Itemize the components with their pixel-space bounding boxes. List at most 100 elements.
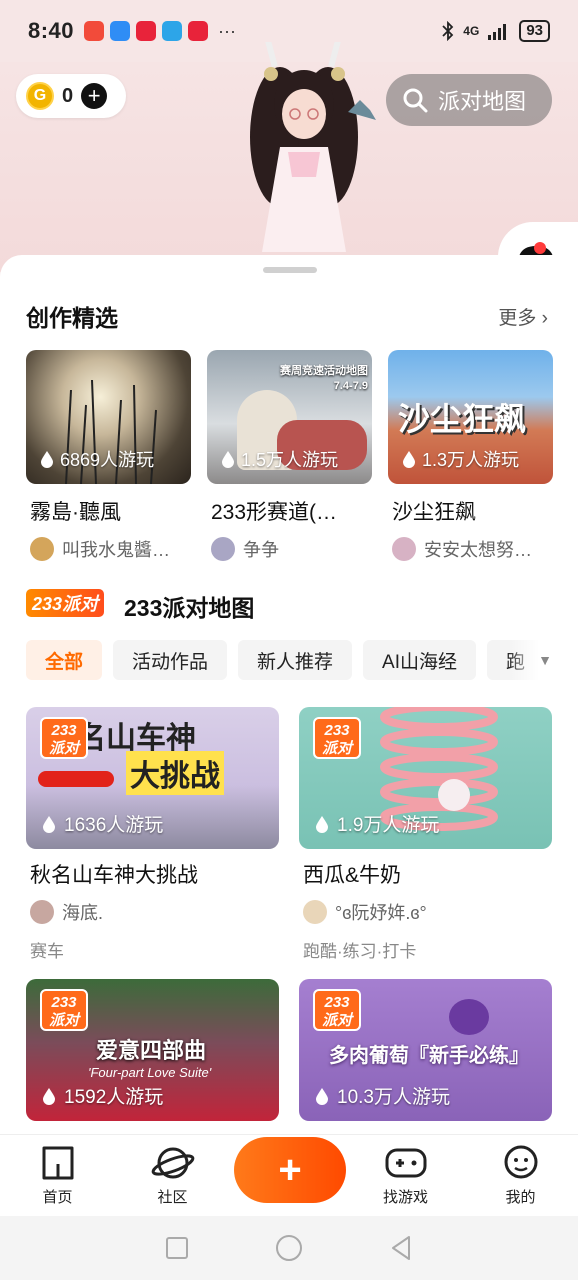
badge-top-text: 233	[324, 994, 350, 1011]
thumb-caption: 爱意四部曲	[96, 1038, 207, 1063]
party-badge: 233 派对	[40, 717, 88, 759]
card-thumbnail[interactable]: 赛周竞速活动地图 7.4-7.9 1.5万人游玩	[207, 350, 372, 484]
home-circle-icon[interactable]	[275, 1234, 303, 1262]
author-avatar	[211, 537, 235, 561]
card-title: 西瓜&牛奶	[303, 864, 402, 887]
author-name: °ɞ阮妤姩.ɞ°	[335, 903, 427, 923]
home-icon	[42, 1146, 73, 1180]
search-label: 派对地图	[438, 89, 527, 114]
featured-card[interactable]: 沙尘狂飙 1.3万人游玩 沙尘狂飙 安安太想努…	[388, 350, 553, 562]
more-label: 更多	[498, 308, 537, 329]
coin-icon: G	[26, 82, 54, 110]
card-title: 霧島·聽風	[30, 501, 121, 524]
flame-icon	[41, 451, 53, 468]
author-name: 安安太想努…	[424, 540, 532, 560]
play-count: 1.9万人游玩	[315, 810, 439, 837]
card-author[interactable]: 安安太想努…	[388, 536, 553, 562]
play-count: 10.3万人游玩	[315, 1082, 450, 1109]
add-coin-button[interactable]: +	[81, 83, 108, 109]
flame-icon	[222, 451, 234, 468]
badge-bottom-text: 派对	[48, 740, 79, 757]
card-author[interactable]: 争争	[207, 536, 372, 562]
badge-top-text: 233	[51, 994, 77, 1011]
clock: 8:40	[28, 18, 75, 43]
flame-icon	[43, 1087, 55, 1105]
thumb-caption: 赛周竞速活动地图 7.4-7.9	[280, 364, 368, 394]
author-avatar	[30, 537, 54, 561]
nav-community[interactable]: 社区	[115, 1144, 230, 1207]
network-type: 4G	[463, 24, 480, 38]
play-count-text: 1.9万人游玩	[337, 815, 440, 836]
nav-home[interactable]: 首页	[0, 1144, 115, 1207]
create-button[interactable]: +	[234, 1137, 346, 1203]
nav-find-games[interactable]: 找游戏	[348, 1144, 463, 1207]
browser-app-icon	[162, 21, 183, 41]
party-tag-badge: 233派对	[26, 589, 105, 617]
shop-app-icon	[136, 21, 157, 41]
expand-tabs-button[interactable]: ▼	[508, 635, 578, 685]
play-count-text: 1592人游玩	[64, 1087, 164, 1108]
coin-count: 0	[62, 84, 74, 107]
party-map-search-button[interactable]: 派对地图	[386, 74, 552, 126]
badge-top-text: 233	[324, 722, 350, 739]
play-count-text: 1.5万人游玩	[241, 450, 339, 470]
author-avatar	[392, 537, 416, 561]
party-map-card[interactable]: 名山车神 大挑战 233 派对 1636人游玩 秋名山车神大挑战 海底. 赛车	[26, 707, 279, 962]
nav-find-games-label: 找游戏	[382, 1189, 428, 1206]
content-sheet[interactable]: 创作精选 更多 › 6869人游玩 霧島·聽風 叫我水鬼醬… 赛周竞速活动地图 …	[0, 255, 578, 1135]
party-map-card[interactable]: 爱意四部曲 'Four-part Love Suite' 233 派对 1592人…	[26, 979, 279, 1121]
featured-card[interactable]: 赛周竞速活动地图 7.4-7.9 1.5万人游玩 233形赛道(… 争争	[207, 350, 372, 562]
card-title: 233形赛道(…	[211, 501, 338, 524]
tab-ai-shanhaijing[interactable]: AI山海经	[363, 640, 476, 680]
card-title: 沙尘狂飙	[392, 501, 476, 524]
featured-title: 创作精选	[26, 305, 118, 331]
more-link[interactable]: 更多 ›	[498, 303, 548, 330]
thumb-caption: 沙尘狂飙	[398, 401, 527, 437]
cloud-app-icon	[110, 21, 131, 41]
profile-icon	[504, 1145, 537, 1179]
coin-balance[interactable]: G 0 +	[16, 74, 126, 118]
tab-newcomer[interactable]: 新人推荐	[238, 640, 353, 680]
nav-profile-label: 我的	[505, 1189, 536, 1206]
party-badge: 233 派对	[313, 989, 361, 1031]
featured-card[interactable]: 6869人游玩 霧島·聽風 叫我水鬼醬…	[26, 350, 191, 562]
shop2-app-icon	[188, 21, 209, 41]
party-map-card[interactable]: 多肉葡萄『新手必练』 233 派对 10.3万人游玩	[299, 979, 552, 1121]
card-thumbnail[interactable]: 爱意四部曲 'Four-part Love Suite' 233 派对 1592人…	[26, 979, 279, 1121]
card-thumbnail[interactable]: 多肉葡萄『新手必练』 233 派对 10.3万人游玩	[299, 979, 552, 1121]
badge-top-text: 233	[51, 722, 77, 739]
avatar-character[interactable]	[228, 42, 378, 262]
thumb-caption-text: 赛周竞速活动地图	[280, 365, 368, 377]
author-name: 争争	[243, 540, 279, 560]
card-thumbnail[interactable]: 6869人游玩	[26, 350, 191, 484]
drag-handle[interactable]	[263, 267, 317, 273]
battery-icon: 93	[519, 20, 550, 42]
video-app-icon	[84, 21, 105, 41]
back-icon[interactable]	[389, 1235, 413, 1261]
recent-apps-icon[interactable]	[165, 1236, 189, 1260]
category-tabs: 全部 活动作品 新人推荐 AI山海经 跑	[26, 640, 545, 680]
play-count-text: 1636人游玩	[64, 815, 164, 836]
featured-list: 6869人游玩 霧島·聽風 叫我水鬼醬… 赛周竞速活动地图 7.4-7.9 1.…	[26, 350, 553, 562]
badge-bottom-text: 派对	[321, 740, 352, 757]
card-author[interactable]: 海底.	[26, 899, 279, 925]
card-author[interactable]: °ɞ阮妤姩.ɞ°	[299, 899, 552, 925]
card-thumbnail[interactable]: 沙尘狂飙 1.3万人游玩	[388, 350, 553, 484]
card-thumbnail[interactable]: 名山车神 大挑战 233 派对 1636人游玩	[26, 707, 279, 849]
tab-all[interactable]: 全部	[26, 640, 103, 680]
card-thumbnail[interactable]: 233 派对 1.9万人游玩	[299, 707, 552, 849]
planet-icon	[151, 1147, 194, 1179]
author-name: 叫我水鬼醬…	[62, 540, 170, 560]
thumb-dates-text: 7.4-7.9	[333, 380, 368, 392]
card-title: 秋名山车神大挑战	[30, 864, 198, 887]
play-count: 1.5万人游玩	[221, 446, 338, 472]
flame-icon	[316, 815, 328, 833]
search-icon	[403, 88, 428, 113]
nav-profile[interactable]: 我的	[463, 1144, 578, 1207]
play-count: 1.3万人游玩	[402, 446, 519, 472]
play-count-text: 1.3万人游玩	[422, 450, 520, 470]
party-map-card[interactable]: 233 派对 1.9万人游玩 西瓜&牛奶 °ɞ阮妤姩.ɞ° 跑酷·练习·打卡	[299, 707, 552, 962]
tab-activity[interactable]: 活动作品	[113, 640, 228, 680]
card-author[interactable]: 叫我水鬼醬…	[26, 536, 191, 562]
bluetooth-icon	[442, 21, 454, 41]
